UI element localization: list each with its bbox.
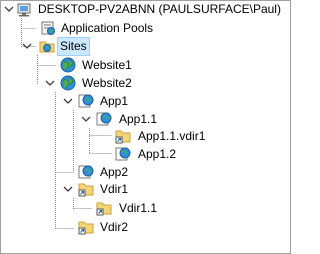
- tree-node-label: Vdir2: [100, 220, 129, 234]
- tree-node-label: Website2: [82, 76, 132, 90]
- chevron-down-icon[interactable]: [22, 41, 32, 51]
- tree-node-label: DESKTOP-PV2ABNN (PAULSURFACE\Paul): [38, 2, 281, 16]
- virtual-directory-folder-icon: [78, 181, 94, 197]
- tree-node-label: Application Pools: [61, 21, 154, 35]
- tree-node-label: Website1: [82, 58, 132, 72]
- application-icon: [115, 146, 131, 162]
- chevron-down-icon[interactable]: [63, 96, 73, 106]
- chevron-down-icon[interactable]: [4, 4, 14, 14]
- tree-node-label: Sites: [57, 37, 90, 56]
- app-pools-icon: [40, 20, 56, 36]
- tree-node-label: App1.2: [138, 147, 177, 161]
- server-icon: [17, 1, 33, 17]
- tree-node-label: Vdir1.1: [119, 201, 158, 215]
- tree-node-label: App1.1.vdir1: [138, 129, 206, 143]
- application-icon: [96, 111, 112, 127]
- globe-icon: [60, 57, 76, 73]
- application-icon: [78, 93, 94, 109]
- virtual-directory-folder-icon: [78, 219, 94, 235]
- chevron-down-icon[interactable]: [81, 114, 91, 124]
- chevron-down-icon[interactable]: [63, 184, 73, 194]
- tree-node-label: Vdir1: [100, 182, 129, 196]
- globe-icon: [60, 75, 76, 91]
- application-icon: [78, 164, 94, 180]
- tree-node-label: App1: [100, 94, 129, 108]
- virtual-directory-folder-icon: [96, 200, 112, 216]
- chevron-down-icon[interactable]: [45, 78, 55, 88]
- sites-folder-icon: [39, 38, 55, 54]
- virtual-directory-folder-icon: [115, 128, 131, 144]
